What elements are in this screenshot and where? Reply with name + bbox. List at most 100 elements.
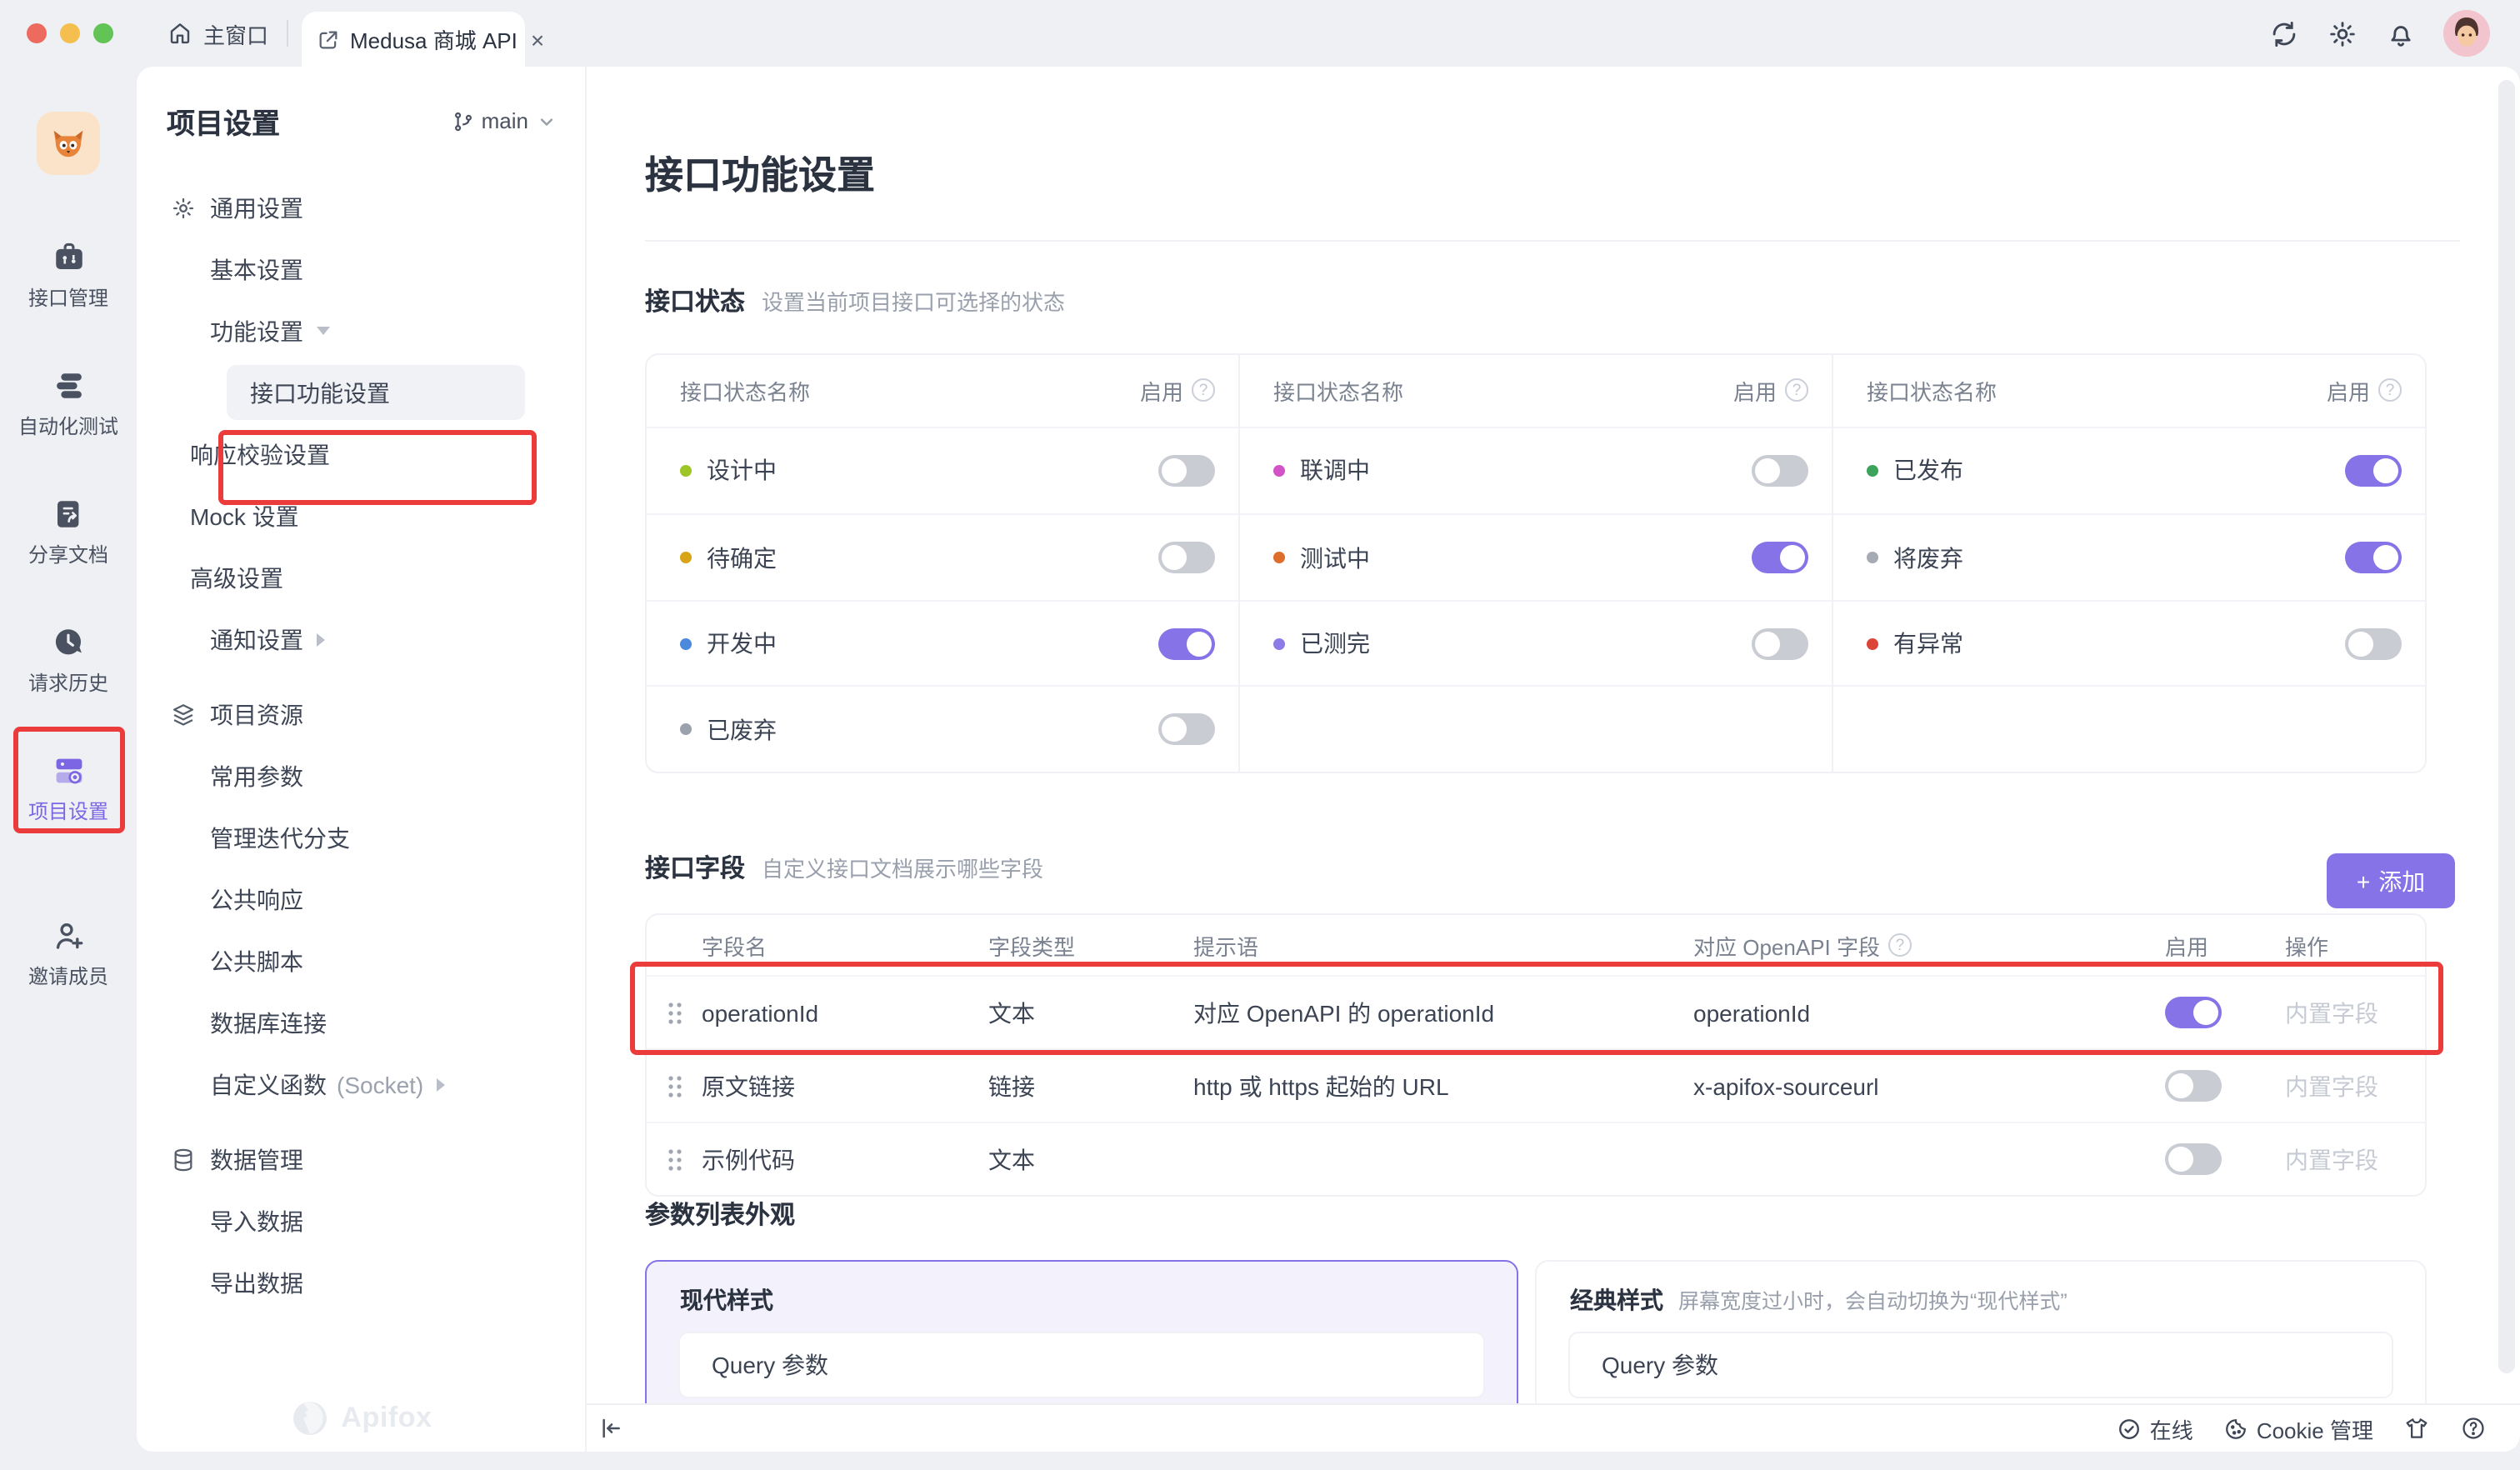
status-row-设计中: 设计中 (647, 428, 1238, 513)
cookie-manager[interactable]: Cookie 管理 (2223, 1412, 2373, 1444)
plus-icon: + (2357, 868, 2370, 894)
scrollbar[interactable] (2498, 80, 2515, 1373)
sidebar-item-响应校验设置[interactable]: 响应校验设置 (137, 423, 585, 485)
field-action: 内置字段 (2262, 1142, 2425, 1176)
sidebar-item-label: 数据库连接 (210, 1006, 327, 1039)
add-field-button[interactable]: + 添加 (2327, 853, 2455, 908)
fields-table-header: 字段名字段类型提示语对应 OpenAPI 字段?启用操作 (647, 915, 2425, 975)
status-toggle[interactable] (1752, 455, 1808, 487)
close-tab-icon[interactable]: × (531, 28, 544, 51)
status-color-dot (1867, 638, 1878, 649)
online-status[interactable]: 在线 (2117, 1412, 2193, 1444)
sidebar-item-数据库连接[interactable]: 数据库连接 (137, 992, 585, 1053)
classic-preview-row: Query 参数 (1568, 1332, 2393, 1398)
sidebar-item-通用设置[interactable]: 通用设置 (137, 177, 585, 238)
close-window-button[interactable] (27, 23, 47, 43)
status-color-dot (680, 638, 692, 649)
field-type: 文本 (988, 1142, 1193, 1176)
sync-icon[interactable] (2268, 18, 2300, 49)
field-toggle[interactable] (2165, 1070, 2222, 1102)
status-toggle[interactable] (1158, 713, 1215, 745)
status-name: 已废弃 (707, 712, 777, 746)
theme-shirt-icon[interactable] (2403, 1415, 2430, 1442)
rail-item-share[interactable]: 分享文档 (0, 477, 137, 605)
app-window: 主窗口 Medusa 商城 API × 接口管理自动化测试分享文档请求历史项目设… (0, 0, 2520, 1470)
status-toggle[interactable] (2345, 455, 2402, 487)
field-row-operationId: operationId文本对应 OpenAPI 的 operationIdope… (647, 975, 2425, 1048)
status-toggle[interactable] (1752, 542, 1808, 573)
sidebar-item-Mock 设置[interactable]: Mock 设置 (137, 485, 585, 547)
status-toggle[interactable] (1158, 542, 1215, 573)
question-icon[interactable]: ? (2378, 379, 2402, 402)
minimize-window-button[interactable] (60, 23, 80, 43)
check-circle-icon (2117, 1416, 2142, 1441)
rail-item-auto[interactable]: 自动化测试 (0, 348, 137, 477)
help-icon[interactable] (2460, 1415, 2487, 1442)
status-name: 开发中 (707, 627, 777, 660)
sidebar-item-label: 自定义函数 (210, 1068, 327, 1101)
page-title: 接口功能设置 (645, 143, 875, 200)
sidebar-item-高级设置[interactable]: 高级设置 (137, 547, 585, 608)
sidebar-item-功能设置[interactable]: 功能设置 (137, 300, 585, 362)
modern-style-card[interactable]: 现代样式 Query 参数 (645, 1260, 1518, 1403)
drag-handle-icon[interactable] (647, 1074, 702, 1098)
status-toggle[interactable] (1752, 628, 1808, 659)
sidebar-item-公共脚本[interactable]: 公共脚本 (137, 930, 585, 992)
sidebar-title: 项目设置 (167, 100, 280, 142)
sidebar-item-管理迭代分支[interactable]: 管理迭代分支 (137, 807, 585, 868)
sidebar-item-公共响应[interactable]: 公共响应 (137, 868, 585, 930)
rail-item-project[interactable]: 项目设置 (0, 733, 137, 862)
user-avatar[interactable] (2443, 10, 2490, 57)
collapse-sidebar-button[interactable] (597, 1413, 627, 1443)
sidebar-item-通知设置[interactable]: 通知设置 (137, 608, 585, 670)
sidebar-item-基本设置[interactable]: 基本设置 (137, 238, 585, 300)
sidebar-item-导入数据[interactable]: 导入数据 (137, 1190, 585, 1252)
sidebar-item-label: 通知设置 (210, 622, 303, 656)
col-enable: 启用 (2152, 929, 2262, 961)
sidebar-item-接口功能设置[interactable]: 接口功能设置 (137, 362, 585, 423)
status-toggle[interactable] (2345, 628, 2402, 659)
classic-style-card[interactable]: 经典样式 屏幕宽度过小时，会自动切换为“现代样式” Query 参数 (1535, 1260, 2427, 1403)
status-toggle[interactable] (2345, 542, 2402, 573)
apifox-watermark-text: Apifox (341, 1402, 432, 1435)
sidebar-item-导出数据[interactable]: 导出数据 (137, 1252, 585, 1313)
zoom-window-button[interactable] (93, 23, 113, 43)
drag-handle-icon[interactable] (647, 1148, 702, 1171)
status-name: 设计中 (707, 454, 777, 488)
cookie-icon (2223, 1416, 2248, 1441)
status-row-empty (1833, 686, 2425, 772)
rail-item-api[interactable]: 接口管理 (0, 220, 137, 348)
status-row-已发布: 已发布 (1833, 428, 2425, 513)
sidebar-item-自定义函数[interactable]: 自定义函数(Socket) (137, 1053, 585, 1115)
main-window-tab[interactable]: 主窗口 (167, 13, 268, 53)
field-toggle[interactable] (2165, 1143, 2222, 1175)
cookie-label: Cookie 管理 (2257, 1412, 2373, 1444)
sidebar-item-项目资源[interactable]: 项目资源 (137, 683, 585, 745)
status-name: 将废弃 (1893, 541, 1963, 574)
status-toggle[interactable] (1158, 455, 1215, 487)
sidebar-item-label: 数据管理 (210, 1142, 303, 1176)
drag-handle-icon[interactable] (647, 1001, 702, 1024)
settings-gear-icon[interactable] (2327, 18, 2358, 49)
question-icon[interactable]: ? (1192, 379, 1215, 402)
rail-item-invite[interactable]: 邀请成员 (0, 898, 137, 1027)
branch-selector[interactable]: main (452, 108, 558, 133)
notifications-bell-icon[interactable] (2385, 18, 2417, 49)
field-type: 链接 (988, 1069, 1193, 1102)
project-logo[interactable] (37, 112, 100, 175)
sidebar-item-数据管理[interactable]: 数据管理 (137, 1128, 585, 1190)
col-openapi: 对应 OpenAPI 字段? (1693, 929, 2152, 961)
window-controls[interactable] (27, 23, 113, 43)
field-toggle[interactable] (2165, 997, 2222, 1028)
question-icon[interactable]: ? (1888, 933, 1912, 957)
layers-icon (170, 701, 197, 728)
question-icon[interactable]: ? (1785, 379, 1808, 402)
status-name: 测试中 (1300, 541, 1370, 574)
project-tab[interactable]: Medusa 商城 API × (302, 12, 525, 67)
status-toggle[interactable] (1158, 628, 1215, 659)
status-color-dot (1273, 552, 1285, 563)
sidebar-item-常用参数[interactable]: 常用参数 (137, 745, 585, 807)
rail-item-history[interactable]: 请求历史 (0, 605, 137, 733)
status-row-已废弃: 已废弃 (647, 686, 1238, 772)
sidebar-item-label: 常用参数 (210, 759, 303, 792)
